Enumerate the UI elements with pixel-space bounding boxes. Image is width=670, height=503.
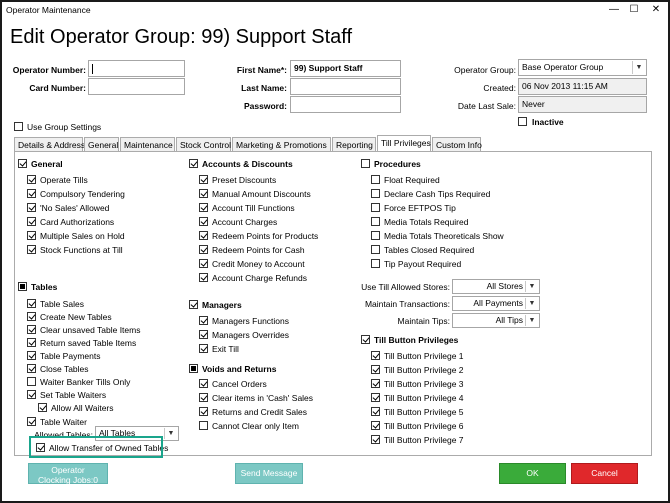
card-number-label: Card Number: xyxy=(29,83,86,93)
operator-group-label: Operator Group: xyxy=(454,65,516,75)
title-bar: Operator Maintenance — ☐ ✕ xyxy=(2,2,668,19)
checkbox-box[interactable] xyxy=(14,122,23,131)
created-value: 06 Nov 2013 11:15 AM xyxy=(518,78,647,95)
tab-till-privileges[interactable]: Till Privileges xyxy=(377,135,431,152)
maintain-transactions-label: Maintain Transactions: xyxy=(364,299,450,309)
minimize-icon[interactable]: — xyxy=(606,2,622,18)
tab-stock-control[interactable]: Stock Control xyxy=(176,137,231,152)
maximize-icon[interactable]: ☐ xyxy=(626,2,642,18)
operator-number-input[interactable] xyxy=(88,60,185,77)
operator-maintenance-window: Operator Maintenance — ☐ ✕ Edit Operator… xyxy=(0,0,670,503)
created-label: Created: xyxy=(483,83,516,93)
ok-button[interactable]: OK xyxy=(499,463,566,484)
chevron-down-icon[interactable]: ▼ xyxy=(525,298,538,309)
text-caret xyxy=(92,64,93,74)
chevron-down-icon[interactable]: ▼ xyxy=(525,281,538,292)
close-icon[interactable]: ✕ xyxy=(648,2,664,18)
chevron-down-icon[interactable]: ▼ xyxy=(164,428,177,439)
use-till-stores-select[interactable]: All Stores ▼ xyxy=(452,279,540,294)
tab-reporting[interactable]: Reporting xyxy=(332,137,376,152)
tab-general[interactable]: General xyxy=(84,137,119,152)
cancel-button[interactable]: Cancel xyxy=(571,463,638,484)
chevron-down-icon[interactable]: ▼ xyxy=(632,61,645,74)
first-name-label: First Name*: xyxy=(236,65,287,75)
tab-custom-info[interactable]: Custom Info xyxy=(432,137,482,152)
operator-clocking-jobs-button[interactable]: Operator Clocking Jobs:0 xyxy=(28,463,108,485)
chevron-down-icon[interactable]: ▼ xyxy=(525,315,538,326)
use-till-stores-label: Use Till Allowed Stores: xyxy=(361,282,450,292)
tab-maintenance[interactable]: Maintenance xyxy=(120,137,175,152)
tab-marketing-promotions[interactable]: Marketing & Promotions xyxy=(232,137,331,152)
card-number-input[interactable] xyxy=(88,78,185,95)
tab-details-address[interactable]: Details & Address xyxy=(14,137,85,152)
highlight-annotation xyxy=(29,436,163,458)
last-name-input[interactable] xyxy=(290,78,401,95)
password-input[interactable] xyxy=(290,96,401,113)
window-title: Operator Maintenance xyxy=(6,5,91,15)
checkbox-box[interactable] xyxy=(518,117,527,126)
operator-number-label: Operator Number: xyxy=(12,65,86,75)
maintain-transactions-select[interactable]: All Payments ▼ xyxy=(452,296,540,311)
send-message-button[interactable]: Send Message xyxy=(235,463,303,484)
date-last-sale-value: Never xyxy=(518,96,647,113)
maintain-tips-select[interactable]: All Tips ▼ xyxy=(452,313,540,328)
first-name-input[interactable]: 99) Support Staff xyxy=(290,60,401,77)
last-name-label: Last Name: xyxy=(241,83,287,93)
date-last-sale-label: Date Last Sale: xyxy=(457,101,516,111)
page-title: Edit Operator Group: 99) Support Staff xyxy=(10,26,353,48)
maintain-tips-label: Maintain Tips: xyxy=(397,316,450,326)
password-label: Password: xyxy=(244,101,287,111)
operator-group-select[interactable]: Base Operator Group ▼ xyxy=(518,59,647,76)
